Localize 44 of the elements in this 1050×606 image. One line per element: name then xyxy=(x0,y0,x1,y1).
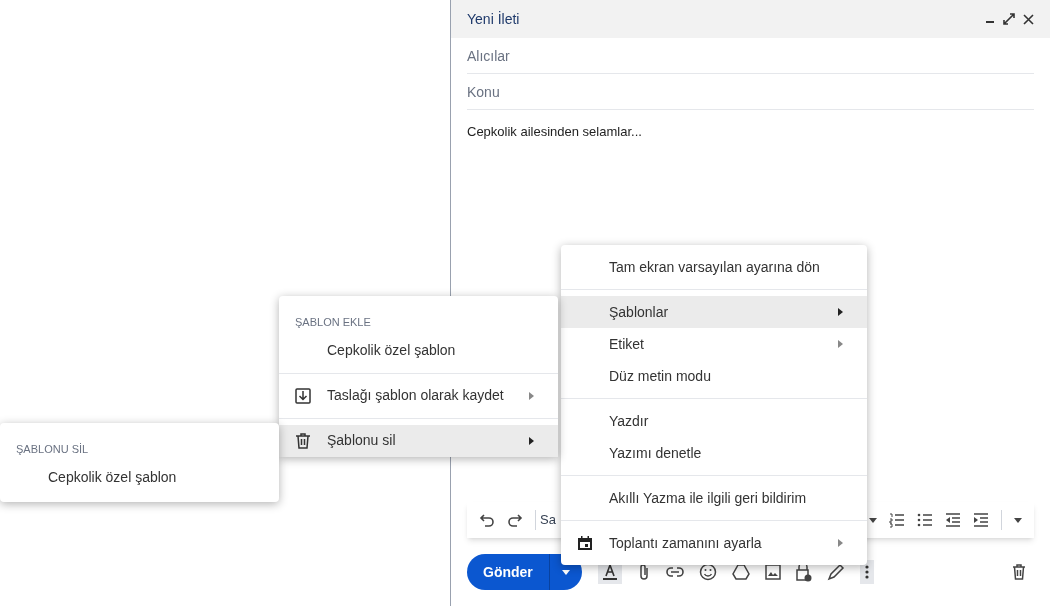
redo-icon[interactable] xyxy=(507,512,523,528)
menu-item[interactable]: Yazdır xyxy=(561,405,867,437)
submenu-arrow-icon xyxy=(529,436,534,445)
menu-item[interactable]: Akıllı Yazma ile ilgili geri bildirim xyxy=(561,482,867,514)
menu-item[interactable]: Cepkolik özel şablon xyxy=(279,334,558,367)
pen-icon[interactable] xyxy=(826,563,845,581)
menu-heading: ŞABLON EKLE xyxy=(294,315,372,330)
subject-field[interactable]: Konu xyxy=(467,74,1034,110)
image-icon[interactable] xyxy=(764,564,781,580)
menu-heading: ŞABLONU SİL xyxy=(15,442,90,457)
submenu-arrow-icon xyxy=(838,308,843,316)
menu-item[interactable]: Şablonlar xyxy=(561,296,867,328)
calendar-icon xyxy=(576,534,594,552)
caret-icon[interactable] xyxy=(1014,517,1022,523)
submenu-arrow-icon xyxy=(838,539,843,547)
window-title: Yeni İleti xyxy=(467,9,521,29)
download-box-icon xyxy=(294,386,312,405)
caret-icon xyxy=(561,569,570,575)
indent-less-icon[interactable] xyxy=(945,512,961,528)
lock-clock-icon[interactable] xyxy=(795,562,812,582)
menu-item[interactable]: Tam ekran varsayılan ayarına dön xyxy=(561,251,867,283)
trash-icon[interactable] xyxy=(1012,564,1026,580)
menu-item[interactable]: Taslağı şablon olarak kaydet xyxy=(279,379,558,412)
bulleted-list-icon[interactable] xyxy=(917,512,933,528)
menu-item[interactable]: Toplantı zamanını ayarla xyxy=(561,527,867,559)
menu-item[interactable]: Cepkolik özel şablon xyxy=(0,461,279,494)
menu-item[interactable]: Düz metin modu xyxy=(561,360,867,392)
message-body[interactable]: Cepkolik ailesinden selamlar... xyxy=(467,110,1034,142)
trash-icon xyxy=(294,431,312,450)
numbered-list-icon[interactable] xyxy=(889,512,905,528)
font-dropdown[interactable]: Sa xyxy=(540,510,556,530)
submenu-arrow-icon xyxy=(529,391,534,400)
menu-item[interactable]: Şablonu sil xyxy=(279,424,558,457)
link-icon[interactable] xyxy=(665,567,684,577)
close-icon[interactable] xyxy=(1023,13,1034,25)
indent-more-icon[interactable] xyxy=(973,512,989,528)
undo-icon[interactable] xyxy=(479,512,495,528)
caret-icon[interactable] xyxy=(869,517,877,523)
menu-item[interactable]: Etiket xyxy=(561,328,867,360)
recipients-field[interactable]: Alıcılar xyxy=(467,38,1034,74)
submenu-arrow-icon xyxy=(838,340,843,348)
expand-icon[interactable] xyxy=(1003,13,1015,25)
smiley-icon[interactable] xyxy=(698,563,717,581)
menu-item[interactable]: Yazımı denetle xyxy=(561,437,867,469)
